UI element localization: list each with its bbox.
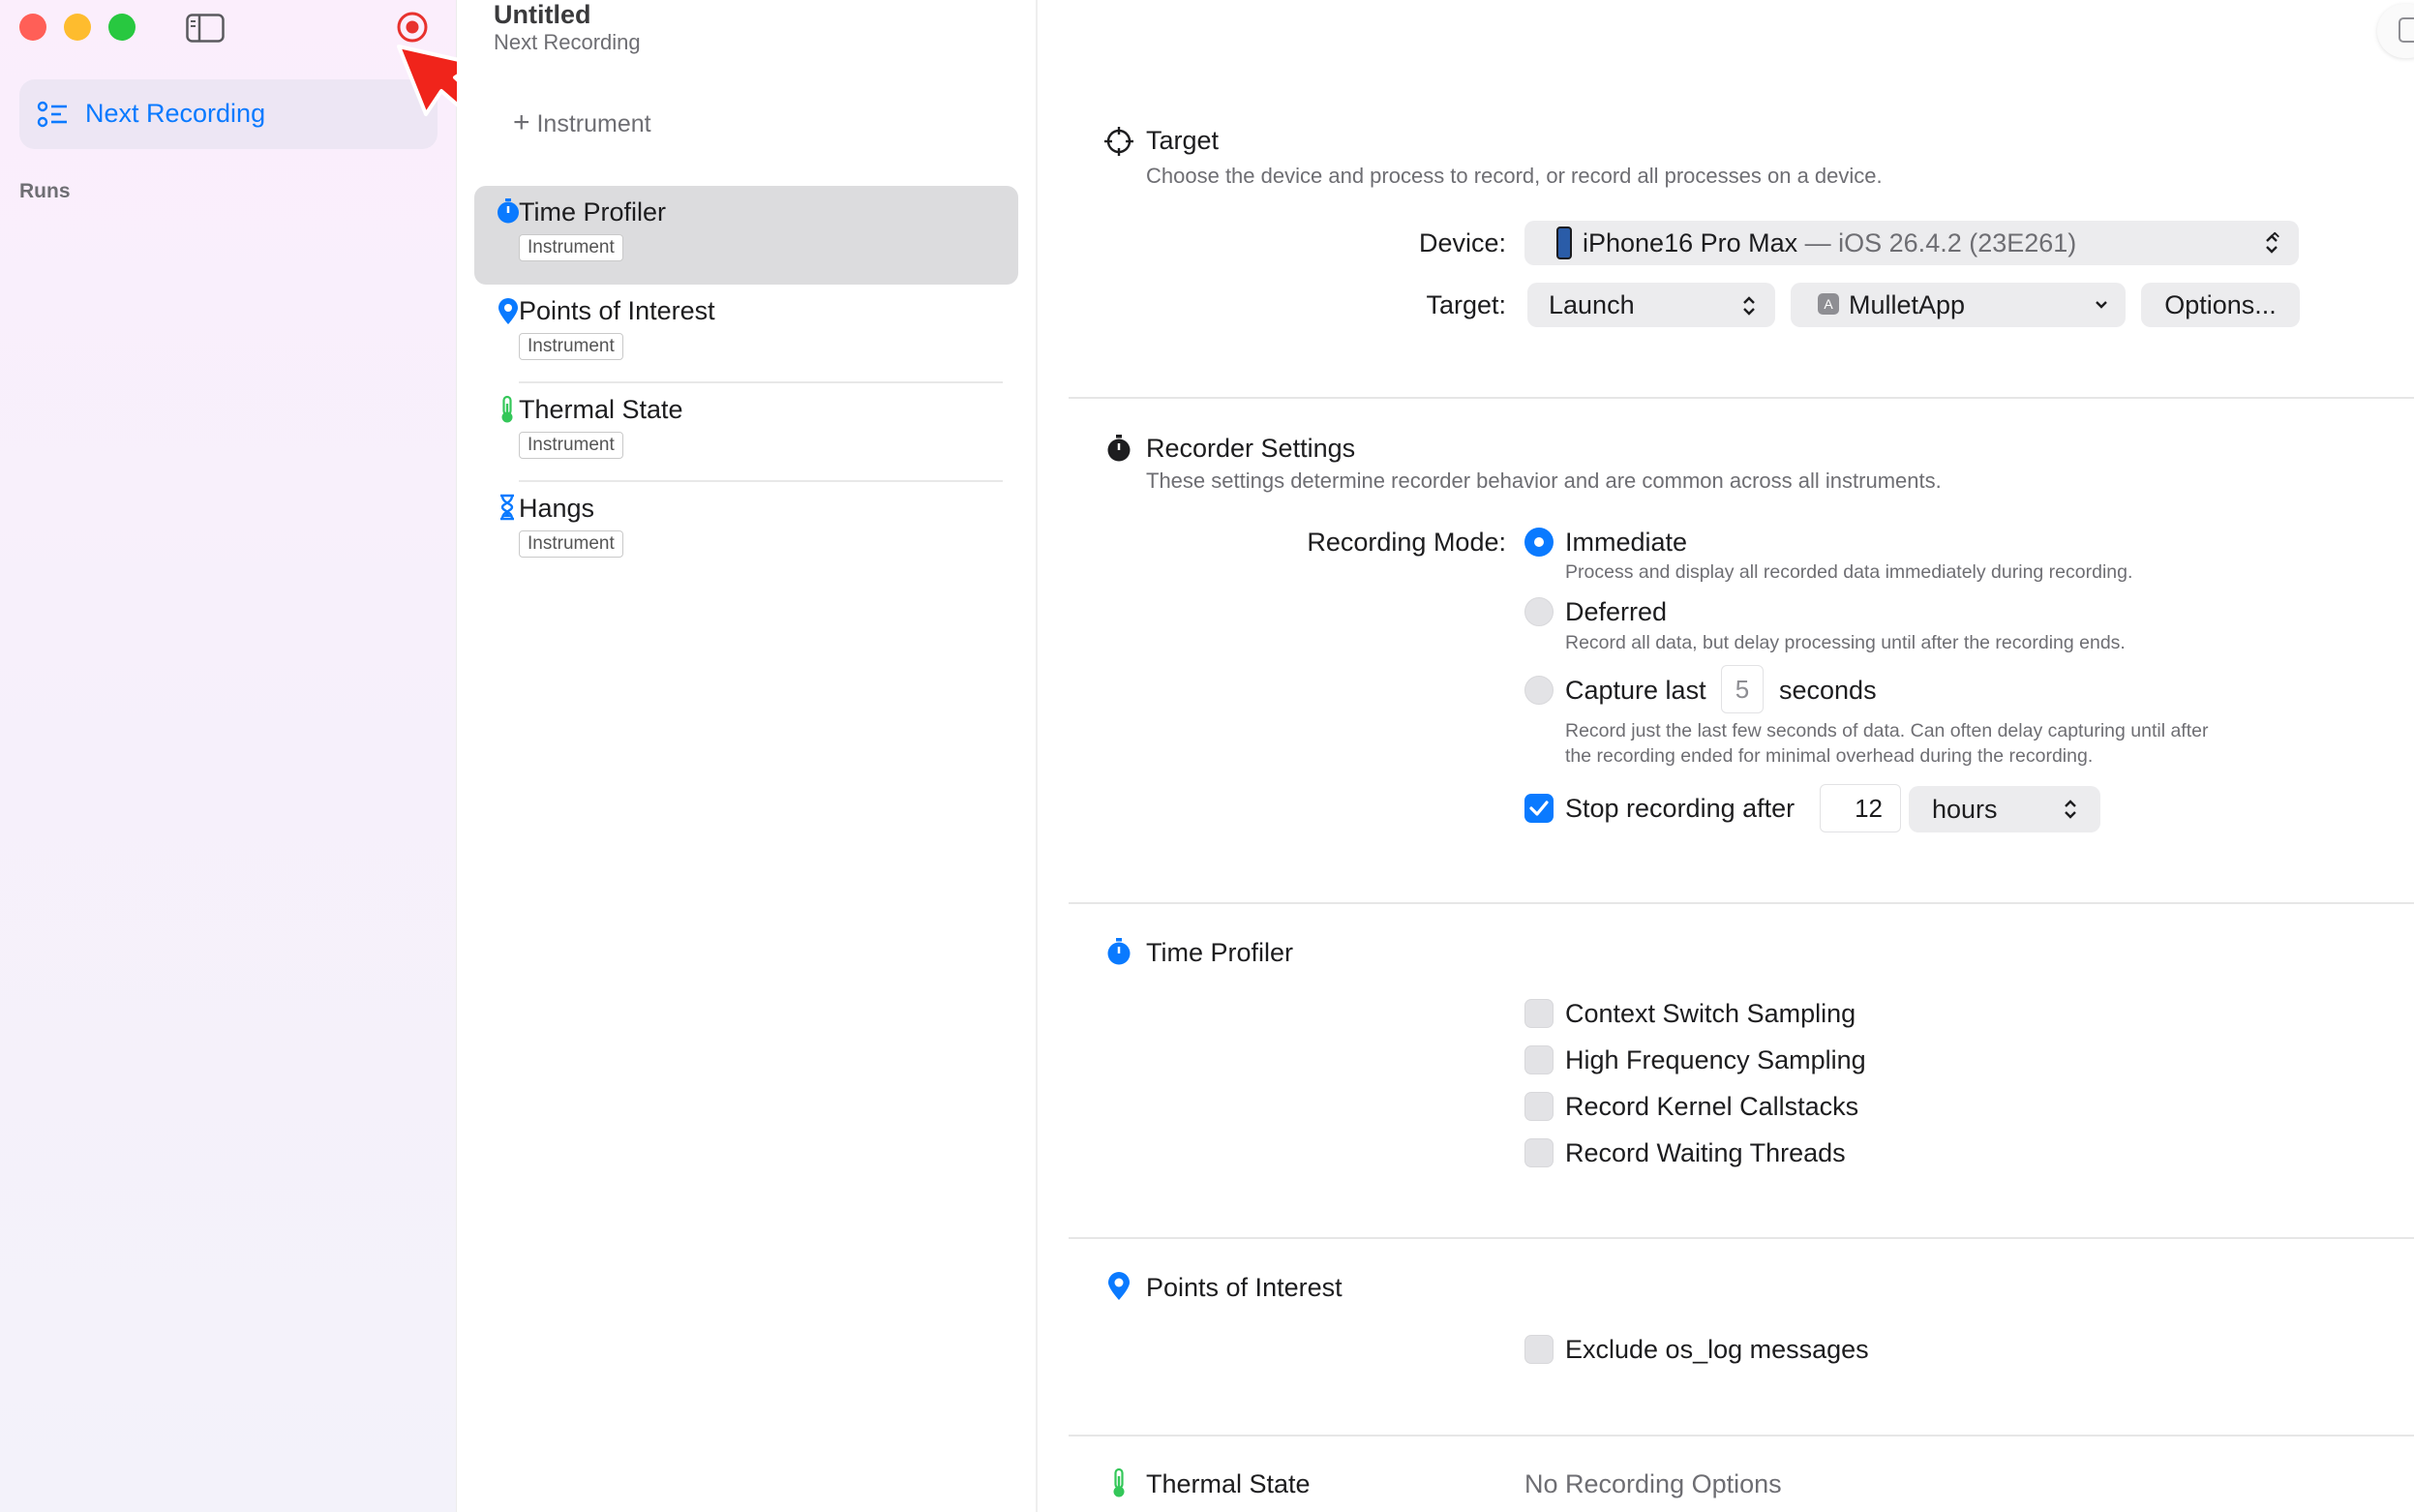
- device-label: Device:: [1418, 228, 1506, 257]
- device-os: — iOS 26.4.2 (23E261): [1797, 228, 2077, 257]
- divider: [519, 480, 1003, 482]
- recording-mode-label: Recording Mode:: [1307, 528, 1506, 557]
- deferred-description: Record all data, but delay processing un…: [1565, 632, 2126, 653]
- checkmark-icon: [1529, 801, 1549, 816]
- updown-chevron-icon: [2266, 234, 2278, 254]
- add-instrument-button[interactable]: + Instrument: [513, 106, 651, 139]
- thermometer-icon: [498, 395, 517, 429]
- stop-unit-popup[interactable]: hours: [1909, 786, 2100, 832]
- plus-icon: +: [513, 106, 530, 138]
- high-frequency-checkbox[interactable]: [1524, 1045, 1554, 1074]
- exclude-oslog-checkbox[interactable]: [1524, 1335, 1554, 1364]
- stopwatch-icon: [496, 197, 521, 229]
- instrument-row-thermal-state[interactable]: Thermal State Instrument: [474, 385, 1018, 482]
- stopwatch-icon: [1105, 434, 1132, 468]
- section-divider: [1069, 1237, 2414, 1239]
- capture-description-line2: the recording ended for minimal overhead…: [1565, 745, 2094, 767]
- radio-deferred[interactable]: [1524, 597, 1554, 626]
- section-title-points-of-interest: Points of Interest: [1146, 1273, 1343, 1302]
- target-icon: [1103, 126, 1134, 162]
- instrument-row-points-of-interest[interactable]: Points of Interest Instrument: [474, 287, 1018, 383]
- updown-chevron-icon: [2065, 800, 2076, 819]
- pane-divider: [1036, 0, 1038, 1512]
- section-divider: [1069, 902, 2414, 904]
- capture-seconds-input[interactable]: 5: [1721, 665, 1764, 713]
- waiting-threads-checkbox[interactable]: [1524, 1138, 1554, 1167]
- chevron-down-icon: [2096, 301, 2107, 309]
- instrument-name: Hangs: [519, 494, 595, 523]
- context-switch-label: Context Switch Sampling: [1565, 999, 1856, 1028]
- stop-duration-input[interactable]: 12: [1820, 784, 1901, 832]
- capture-description-line1: Record just the last few seconds of data…: [1565, 720, 2209, 741]
- immediate-description: Process and display all recorded data im…: [1565, 561, 2133, 583]
- section-divider: [1069, 1435, 2414, 1436]
- app-icon: A: [1818, 293, 1839, 315]
- thermal-no-options: No Recording Options: [1524, 1469, 1782, 1498]
- target-app-value: MulletApp: [1849, 290, 1966, 319]
- target-label: Target:: [1426, 290, 1506, 319]
- map-pin-icon: [496, 298, 521, 330]
- sidebar-item-label: Next Recording: [85, 99, 266, 128]
- window-subtitle: Next Recording: [494, 30, 641, 54]
- options-button-label: Options...: [2164, 290, 2277, 319]
- close-window-button[interactable]: [19, 14, 46, 41]
- launch-mode-value: Launch: [1549, 290, 1635, 319]
- options-button[interactable]: Options...: [2141, 283, 2300, 327]
- kernel-callstacks-label: Record Kernel Callstacks: [1565, 1092, 1859, 1121]
- map-pin-icon: [1106, 1272, 1132, 1306]
- updown-chevron-icon: [1743, 296, 1755, 316]
- radio-capture-last[interactable]: [1524, 676, 1554, 705]
- hourglass-icon: [498, 494, 517, 526]
- capture-unit-label: seconds: [1779, 676, 1877, 705]
- instrument-list-pane: Untitled Next Recording + Instrument Tim…: [457, 0, 1036, 1512]
- sidebar: Next Recording Runs: [0, 0, 457, 1512]
- window-title: Untitled: [494, 0, 591, 29]
- instrument-badge: Instrument: [519, 234, 623, 261]
- immediate-label: Immediate: [1565, 528, 1688, 557]
- divider: [519, 381, 1003, 383]
- capture-last-label: Capture last: [1565, 676, 1706, 705]
- instrument-name: Thermal State: [519, 395, 683, 424]
- section-title-recorder: Recorder Settings: [1146, 434, 1356, 463]
- waiting-threads-label: Record Waiting Threads: [1565, 1138, 1846, 1167]
- add-instrument-label: Instrument: [536, 110, 651, 137]
- stop-recording-label: Stop recording after: [1565, 794, 1795, 823]
- runs-section-header: Runs: [19, 180, 71, 202]
- iphone-icon: [1556, 227, 1572, 259]
- sidebar-toggle-icon[interactable]: [186, 14, 225, 47]
- context-switch-checkbox[interactable]: [1524, 999, 1554, 1028]
- instrument-badge: Instrument: [519, 530, 623, 558]
- deferred-label: Deferred: [1565, 597, 1668, 626]
- sidebar-item-next-recording[interactable]: Next Recording: [19, 79, 438, 149]
- inspector-icon: [2399, 17, 2414, 43]
- high-frequency-label: High Frequency Sampling: [1565, 1045, 1866, 1074]
- device-popup[interactable]: iPhone16 Pro Max — iOS 26.4.2 (23E261) ⌃: [1524, 221, 2299, 265]
- exclude-oslog-label: Exclude os_log messages: [1565, 1335, 1869, 1364]
- stop-unit-value: hours: [1932, 795, 1998, 824]
- instrument-badge: Instrument: [519, 432, 623, 459]
- inspector-toggle-button[interactable]: [2377, 4, 2414, 58]
- kernel-callstacks-checkbox[interactable]: [1524, 1092, 1554, 1121]
- instrument-row-time-profiler[interactable]: Time Profiler Instrument: [474, 186, 1018, 285]
- instrument-name: Time Profiler: [519, 197, 667, 227]
- section-title-target: Target: [1146, 126, 1220, 155]
- launch-mode-popup[interactable]: Launch: [1527, 283, 1775, 327]
- zoom-window-button[interactable]: [108, 14, 136, 41]
- section-title-thermal-state: Thermal State: [1146, 1469, 1311, 1498]
- radio-immediate[interactable]: [1524, 528, 1554, 557]
- section-subtitle-target: Choose the device and process to record,…: [1146, 164, 1883, 188]
- target-app-popup[interactable]: A MulletApp: [1791, 283, 2126, 327]
- stopwatch-icon: [1105, 937, 1132, 971]
- list-icon: [37, 101, 70, 135]
- stop-recording-checkbox[interactable]: [1524, 794, 1554, 823]
- section-subtitle-recorder: These settings determine recorder behavi…: [1146, 469, 1942, 493]
- device-name: iPhone16 Pro Max: [1583, 228, 1798, 257]
- minimize-window-button[interactable]: [64, 14, 91, 41]
- thermometer-icon: [1109, 1467, 1129, 1503]
- instrument-row-hangs[interactable]: Hangs Instrument: [474, 484, 1018, 581]
- instrument-badge: Instrument: [519, 333, 623, 360]
- instrument-name: Points of Interest: [519, 296, 715, 325]
- section-divider: [1069, 397, 2414, 399]
- section-title-time-profiler: Time Profiler: [1146, 938, 1294, 967]
